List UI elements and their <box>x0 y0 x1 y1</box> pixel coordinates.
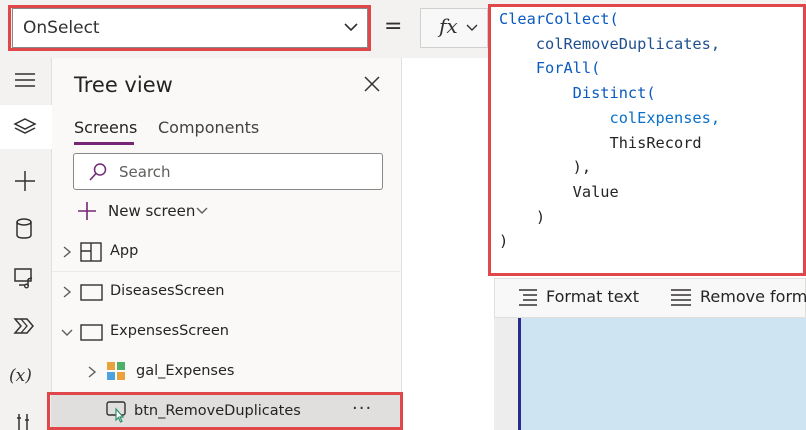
plus-icon <box>15 171 35 191</box>
plus-icon <box>78 202 96 220</box>
equals-sign: = <box>384 14 403 39</box>
search-icon <box>89 163 107 181</box>
media-icon <box>14 268 33 289</box>
format-text-label: Format text <box>546 287 640 306</box>
fx-icon: fx <box>439 14 458 38</box>
chevron-right-icon <box>63 286 72 298</box>
media-button[interactable] <box>0 254 52 298</box>
format-text-icon <box>519 289 537 306</box>
remove-formatting-label: Remove forma <box>700 287 806 306</box>
tree-item-diseases-screen[interactable]: DiseasesScreen <box>52 272 402 312</box>
insert-button[interactable] <box>0 158 52 202</box>
tree-item-app[interactable]: App <box>52 232 402 272</box>
tab-components[interactable]: Components <box>158 118 259 137</box>
power-automate-button[interactable] <box>0 304 52 348</box>
chevron-down-icon <box>196 207 208 214</box>
fx-button[interactable]: fx <box>420 8 488 48</box>
highlight-property-dropdown <box>8 5 371 51</box>
screen-icon <box>80 324 103 341</box>
layers-icon <box>13 118 37 134</box>
tree-item-label: gal_Expenses <box>136 363 235 379</box>
chevron-right-icon <box>88 366 97 378</box>
chevron-right-icon <box>63 246 72 258</box>
tree-view-button[interactable] <box>0 105 52 149</box>
tree-item-label: DiseasesScreen <box>110 283 225 299</box>
database-icon <box>16 218 32 239</box>
app-icon <box>80 242 102 262</box>
highlight-selected-control <box>47 392 403 430</box>
tree-item-expenses-screen[interactable]: ExpensesScreen <box>52 312 402 352</box>
advanced-tools-button[interactable] <box>0 406 52 430</box>
close-icon[interactable] <box>362 74 382 94</box>
tree-item-label: ExpensesScreen <box>110 323 229 339</box>
search-placeholder: Search <box>119 163 171 181</box>
tools-icon <box>17 414 29 430</box>
search-input[interactable]: Search <box>73 153 383 190</box>
left-rail: (x) <box>0 58 52 430</box>
hamburger-icon <box>15 73 35 87</box>
chevron-down-icon <box>61 329 73 336</box>
variables-icon: (x) <box>9 366 32 386</box>
tab-screens[interactable]: Screens <box>74 118 137 137</box>
gallery-icon <box>107 362 125 380</box>
power-automate-icon <box>13 318 34 334</box>
tree-item-label: App <box>110 243 139 259</box>
data-button[interactable] <box>0 206 52 250</box>
chevron-down-icon <box>466 24 478 31</box>
new-screen-label: New screen <box>108 202 196 220</box>
tree-item-gal-expenses[interactable]: gal_Expenses <box>52 352 402 392</box>
tab-screens-underline <box>74 142 134 145</box>
variables-button[interactable]: (x) <box>0 356 52 400</box>
remove-formatting-icon <box>671 289 691 306</box>
screen-preview <box>521 318 806 430</box>
menu-button[interactable] <box>0 58 52 102</box>
screen-icon <box>80 284 103 301</box>
panel-title: Tree view <box>74 73 173 97</box>
highlight-formula <box>488 4 806 276</box>
